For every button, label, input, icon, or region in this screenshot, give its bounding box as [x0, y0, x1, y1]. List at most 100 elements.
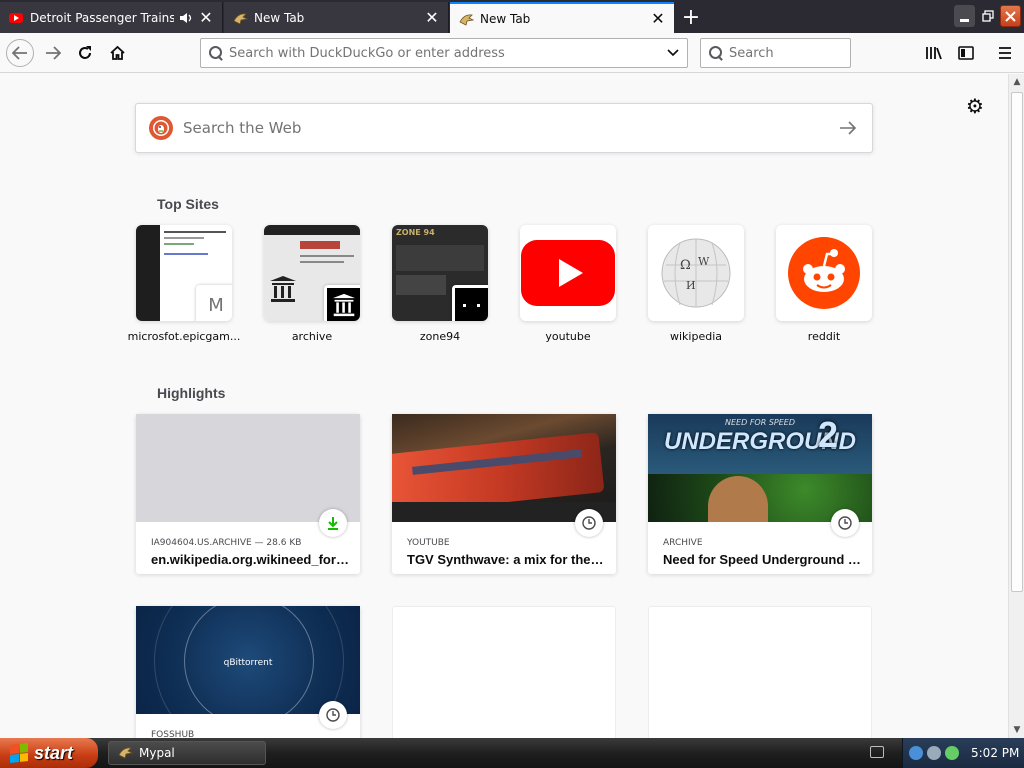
- mypal-icon: [458, 11, 474, 27]
- arrow-right-icon[interactable]: [824, 121, 872, 135]
- svg-text:W: W: [698, 255, 710, 268]
- highlight-context: YOUTUBE: [407, 538, 450, 548]
- highlight-thumbnail: [392, 414, 616, 522]
- highlight-card[interactable]: YOUTUBE TGV Synthwave: a mix for the m..…: [392, 414, 616, 574]
- new-tab-plus-icon[interactable]: +: [678, 4, 704, 30]
- web-search-box[interactable]: [135, 103, 873, 153]
- windows-logo-icon: [10, 743, 28, 763]
- top-site-youtube[interactable]: youtube: [520, 225, 616, 343]
- highlight-thumbnail: qBittorrent: [136, 606, 360, 714]
- taskbar: start Mypal 5:02 PM: [0, 738, 1024, 768]
- svg-text:Ω: Ω: [680, 258, 691, 273]
- site-initial-badge: M: [196, 285, 232, 321]
- site-label: zone94: [419, 330, 461, 343]
- mypal-icon: [232, 10, 248, 26]
- qbittorrent-tray-icon[interactable]: [927, 746, 941, 760]
- minimize-window-button[interactable]: [954, 5, 975, 27]
- tab-youtube[interactable]: Detroit Passenger Trains in the ✕: [0, 2, 223, 33]
- duckduckgo-icon: [149, 116, 173, 140]
- site-thumbnail: ZONE 94: [392, 225, 488, 321]
- tab-strip: Detroit Passenger Trains in the ✕ New Ta…: [0, 0, 1024, 33]
- top-site-reddit[interactable]: reddit: [776, 225, 872, 343]
- navigation-toolbar: [0, 33, 1024, 73]
- archive-logo-icon: [324, 285, 360, 321]
- site-thumbnail: [264, 225, 360, 321]
- keyboard-icon[interactable]: [870, 746, 884, 758]
- highlight-context: FOSSHUB: [151, 730, 195, 738]
- close-tab-icon[interactable]: ✕: [198, 8, 214, 27]
- highlight-context: ARCHIVE: [663, 538, 703, 548]
- reload-icon[interactable]: [71, 39, 99, 67]
- highlight-placeholder: [392, 606, 616, 738]
- top-site-archive[interactable]: archive: [264, 225, 360, 343]
- back-arrow-icon[interactable]: [6, 39, 34, 67]
- highlight-title: en.wikipedia.org.wikineed_for_s...: [151, 552, 351, 567]
- close-tab-icon[interactable]: ✕: [424, 8, 440, 27]
- clock-icon: [575, 509, 603, 537]
- tab-title: Detroit Passenger Trains in the: [30, 10, 174, 25]
- top-site-wikipedia[interactable]: Ω W И wikipedia: [648, 225, 744, 343]
- svg-text:И: И: [686, 279, 696, 292]
- highlights-heading: Highlights: [157, 385, 226, 401]
- download-icon: [319, 509, 347, 537]
- zone94-logo-icon: [452, 285, 488, 321]
- taskbar-item-mypal[interactable]: Mypal: [108, 741, 266, 765]
- network-icon[interactable]: [909, 746, 923, 760]
- site-label: reddit: [807, 330, 841, 343]
- search-icon: [209, 46, 223, 60]
- search-icon: [709, 46, 723, 60]
- scroll-up-arrow-icon[interactable]: ▲: [1009, 74, 1024, 90]
- url-bar[interactable]: [200, 38, 688, 68]
- site-label: youtube: [545, 330, 591, 343]
- wikipedia-globe-icon: Ω W И: [648, 225, 744, 321]
- vertical-scrollbar[interactable]: ▲ ▼: [1008, 74, 1024, 738]
- gear-icon[interactable]: ⚙: [966, 94, 984, 118]
- speaker-tray-icon[interactable]: [945, 746, 959, 760]
- highlight-card[interactable]: qBittorrent FOSSHUB: [136, 606, 360, 738]
- youtube-logo-icon: [520, 225, 616, 321]
- new-tab-page: ⚙ Top Sites M microsfot.epicgam...: [0, 74, 1008, 738]
- reddit-logo-icon: [776, 225, 872, 321]
- highlight-card[interactable]: NEED FOR SPEED UNDERGROUND 2 ARCHIVE Nee…: [648, 414, 872, 574]
- forward-arrow-icon[interactable]: [39, 39, 67, 67]
- site-thumbnail: M: [136, 225, 232, 321]
- top-site-zone94[interactable]: ZONE 94 zone94: [392, 225, 488, 343]
- library-icon[interactable]: [920, 39, 948, 67]
- highlight-title: TGV Synthwave: a mix for the m...: [407, 552, 607, 567]
- top-site-microsfot[interactable]: M microsfot.epicgam...: [128, 225, 240, 343]
- search-bar[interactable]: [700, 38, 899, 68]
- start-label: start: [34, 742, 74, 763]
- web-search-input[interactable]: [183, 119, 824, 137]
- url-input[interactable]: [229, 45, 659, 61]
- tab-new-tab-active[interactable]: New Tab ✕: [450, 2, 674, 33]
- home-icon[interactable]: [103, 39, 131, 67]
- highlight-card[interactable]: IA904604.US.ARCHIVE — 28.6 KB en.wikiped…: [136, 414, 360, 574]
- clock-icon: [319, 701, 347, 729]
- tab-title: New Tab: [480, 11, 531, 26]
- site-label: archive: [291, 330, 333, 343]
- scroll-down-arrow-icon[interactable]: ▼: [1009, 722, 1024, 738]
- mypal-icon: [117, 745, 134, 762]
- clock: 5:02 PM: [971, 746, 1020, 760]
- highlight-title: Need for Speed Underground 2 ...: [663, 552, 863, 567]
- hamburger-menu-icon[interactable]: [991, 39, 1019, 67]
- sidebar-icon[interactable]: [952, 39, 980, 67]
- highlight-placeholder: [648, 606, 872, 738]
- site-label: wikipedia: [669, 330, 722, 343]
- highlight-context: IA904604.US.ARCHIVE — 28.6 KB: [151, 538, 302, 548]
- highlight-thumbnail: NEED FOR SPEED UNDERGROUND 2: [648, 414, 872, 522]
- start-button[interactable]: start: [0, 738, 98, 768]
- highlight-thumbnail: [136, 414, 360, 522]
- system-tray: 5:02 PM: [902, 738, 1024, 768]
- search-input[interactable]: [729, 45, 899, 61]
- chevron-down-icon[interactable]: [659, 49, 687, 57]
- taskbar-item-label: Mypal: [139, 746, 175, 760]
- top-sites-heading: Top Sites: [157, 196, 219, 212]
- restore-window-button[interactable]: [977, 5, 998, 27]
- speaker-icon[interactable]: [178, 10, 194, 26]
- tab-new-tab-1[interactable]: New Tab ✕: [224, 2, 449, 33]
- scrollbar-thumb[interactable]: [1011, 92, 1023, 592]
- tab-title: New Tab: [254, 10, 305, 25]
- close-window-button[interactable]: [1000, 5, 1021, 27]
- close-tab-icon[interactable]: ✕: [650, 9, 666, 28]
